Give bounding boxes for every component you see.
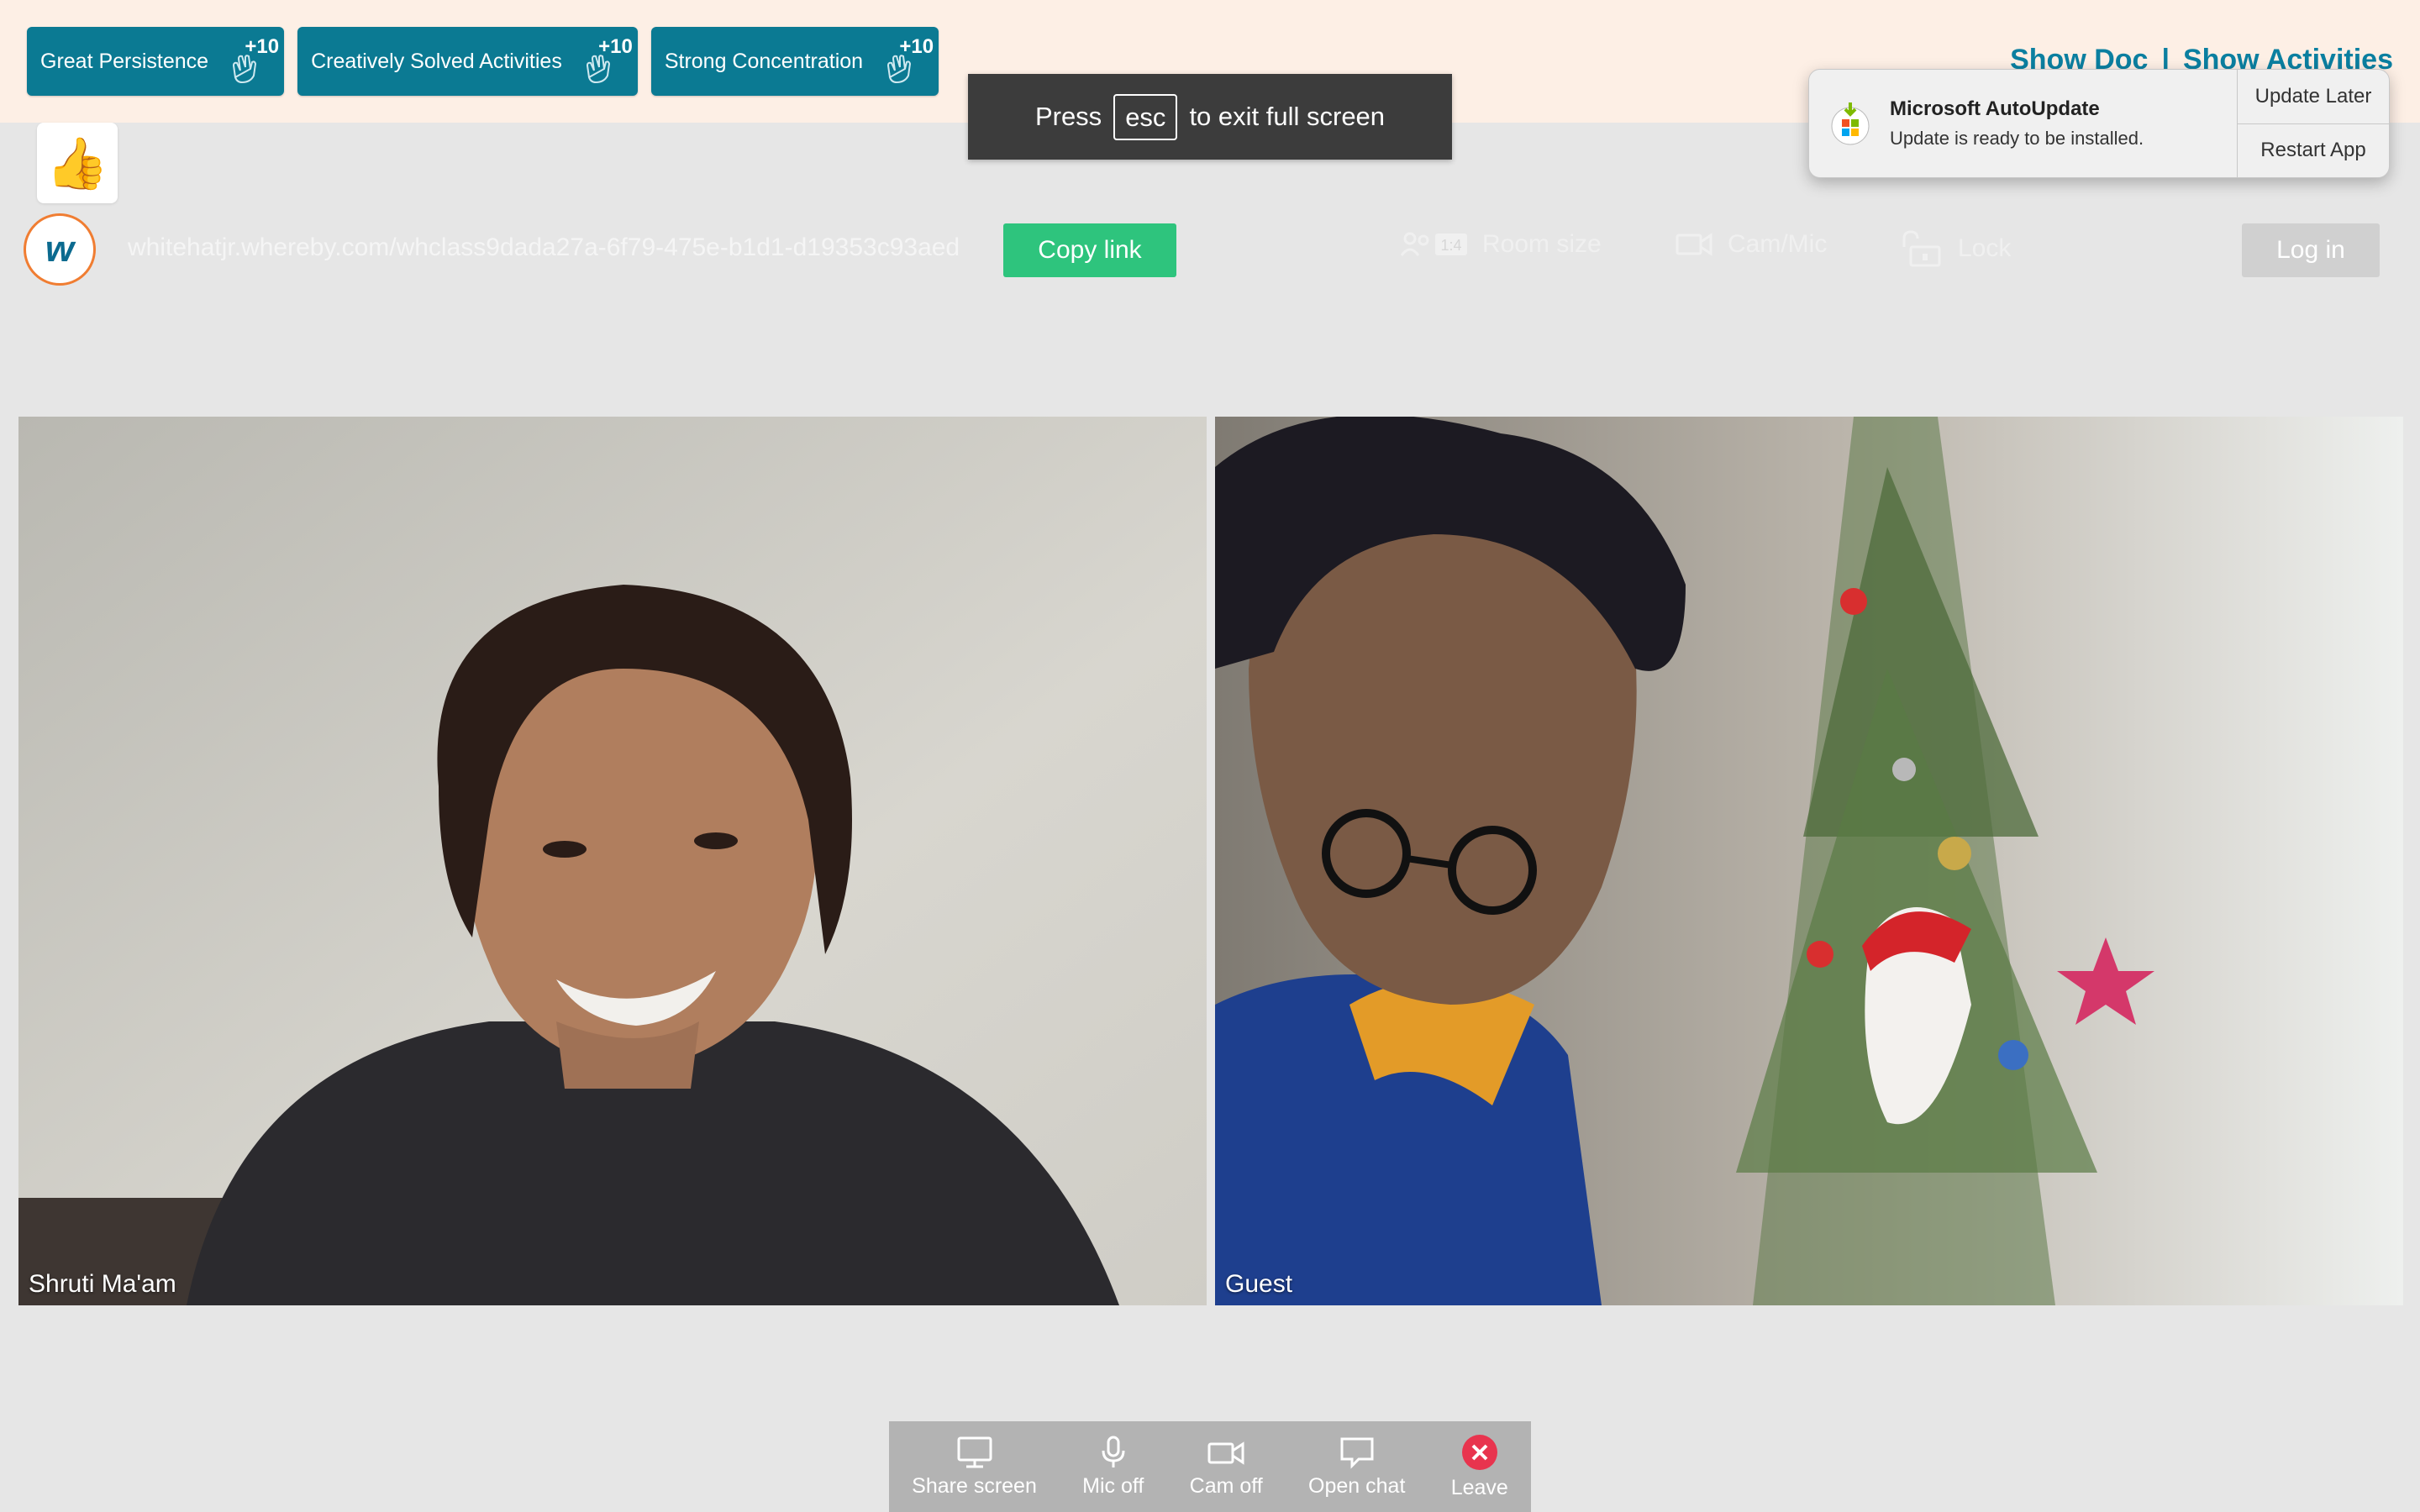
lock-label: Lock [1958, 234, 2012, 262]
chat-bubble-icon [1340, 1437, 1374, 1469]
thumbs-up-reaction[interactable]: 👍 [37, 123, 118, 203]
esc-key: esc [1113, 93, 1178, 140]
whitehat-logo: w [24, 213, 96, 286]
video-tile-teacher[interactable]: Shruti Ma'am [18, 417, 1207, 1305]
share-screen-button[interactable]: Share screen [912, 1436, 1037, 1499]
people-icon: 1:4 [1400, 232, 1467, 256]
notification-actions: Update Later Restart App [2237, 70, 2389, 177]
leave-label: Leave [1450, 1475, 1508, 1499]
notice-press: Press [1034, 102, 1102, 131]
teacher-video-feed [18, 417, 1207, 1305]
room-size-button[interactable]: 1:4 Room size [1400, 230, 1602, 259]
copy-link-button[interactable]: Copy link [1003, 223, 1176, 277]
badge-points: +10 [245, 35, 280, 58]
badge-great-persistence[interactable]: Great Persistence +10 [27, 27, 285, 96]
badge-creatively-solved[interactable]: Creatively Solved Activities +10 [297, 27, 638, 96]
fullscreen-notice: Press esc to exit full screen [968, 74, 1452, 160]
room-header: w whitehatjr.whereby.com/whclass9dada27a… [0, 208, 2420, 292]
autoupdate-notification: Microsoft AutoUpdate Update is ready to … [1808, 69, 2390, 178]
update-later-button[interactable]: Update Later [2238, 70, 2389, 123]
badge-label: Strong Concentration [664, 49, 864, 73]
cam-off-button[interactable]: Cam off [1190, 1436, 1263, 1499]
guest-video-feed [1215, 417, 2403, 1305]
cam-off-label: Cam off [1189, 1473, 1263, 1498]
camera-icon [1676, 233, 1712, 256]
badge-points: +10 [598, 35, 633, 58]
login-button[interactable]: Log in [2242, 223, 2380, 277]
mic-off-label: Mic off [1082, 1473, 1144, 1498]
mic-off-button[interactable]: Mic off [1082, 1436, 1144, 1499]
lock-button[interactable]: Lock [1899, 230, 2011, 267]
notification-message: Update is ready to be installed. [1890, 128, 2144, 149]
close-icon [1461, 1434, 1497, 1470]
monitor-icon [957, 1436, 992, 1467]
participant-name: Shruti Ma'am [29, 1270, 176, 1298]
cam-mic-label: Cam/Mic [1728, 230, 1828, 258]
badge-points: +10 [899, 35, 934, 58]
unlock-icon [1902, 230, 1941, 267]
logo-letter: w [45, 228, 75, 270]
open-chat-label: Open chat [1308, 1473, 1406, 1498]
cam-mic-button[interactable]: Cam/Mic [1676, 230, 1827, 259]
badge-label: Creatively Solved Activities [311, 49, 562, 73]
notice-suffix: to exit full screen [1189, 102, 1386, 131]
badge-strong-concentration[interactable]: Strong Concentration +10 [650, 27, 939, 96]
room-url: whitehatjr.whereby.com/whclass9dada27a-6… [128, 234, 960, 261]
leave-button[interactable]: Leave [1451, 1434, 1508, 1500]
notification-title: Microsoft AutoUpdate [1890, 97, 2100, 120]
badges-row: Great Persistence +10 Creatively Solved … [27, 27, 939, 96]
badge-label: Great Persistence [40, 49, 209, 73]
notification-body[interactable]: Microsoft AutoUpdate Update is ready to … [1809, 70, 2237, 177]
video-tile-guest[interactable]: Guest [1215, 417, 2403, 1305]
microsoft-autoupdate-icon [1831, 102, 1870, 145]
open-chat-button[interactable]: Open chat [1308, 1436, 1405, 1499]
room-size-badge: 1:4 [1440, 237, 1461, 254]
share-screen-label: Share screen [912, 1473, 1037, 1498]
participant-name: Guest [1225, 1270, 1293, 1298]
microphone-icon [1102, 1436, 1125, 1467]
camera-icon [1207, 1441, 1244, 1465]
call-controls: Share screen Mic off Cam off Open chat L… [889, 1421, 1531, 1512]
restart-app-button[interactable]: Restart App [2238, 123, 2389, 178]
room-size-label: Room size [1482, 230, 1602, 258]
thumbs-up-icon: 👍 [45, 134, 109, 192]
